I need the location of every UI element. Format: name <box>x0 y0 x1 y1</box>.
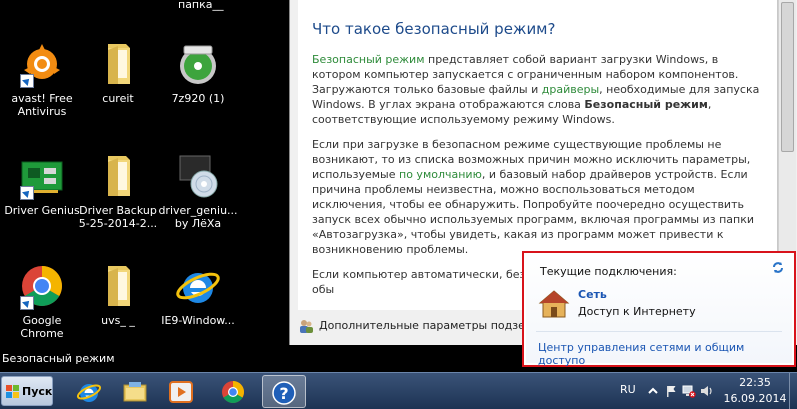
language-indicator[interactable]: RU <box>620 383 636 396</box>
home-network-icon <box>538 290 570 318</box>
start-label: Пуск <box>22 385 53 398</box>
folder-icon <box>123 382 147 402</box>
glossary-link-drivers[interactable]: драйверы <box>542 83 599 96</box>
desktop-icon-label: uvs_ _ <box>101 314 135 327</box>
taskbar-chrome[interactable] <box>212 375 256 408</box>
help-paragraph-1: Безопасный режим представляет собой вари… <box>312 52 767 127</box>
media-player-icon <box>169 381 193 403</box>
safe-mode-watermark: Безопасный режим <box>2 352 115 365</box>
shortcut-arrow-icon <box>20 296 34 310</box>
taskbar-media-player[interactable] <box>160 375 204 408</box>
help-paragraph-2: Если при загрузке в безопасном режиме су… <box>312 137 767 257</box>
scrollbar-thumb[interactable] <box>781 2 794 152</box>
taskbar-explorer[interactable] <box>114 375 158 408</box>
windows-logo-icon <box>6 385 19 398</box>
desktop-icon-chrome[interactable]: Google Chrome <box>0 262 84 340</box>
desktop-icon-label: IE9-Window... <box>161 314 235 327</box>
desktop-icon-7z920[interactable]: 7z920 (1) <box>156 40 240 105</box>
start-button[interactable]: Пуск <box>1 376 53 406</box>
desktop-icon-label: Driver Genius <box>4 204 80 217</box>
refresh-icon[interactable] <box>770 259 786 275</box>
network-center-link[interactable]: Центр управления сетями и общим доступо <box>538 341 792 367</box>
shortcut-arrow-icon <box>20 186 34 200</box>
taskbar-ie[interactable] <box>68 375 112 408</box>
network-popup: Текущие подключения: Сеть Доступ к Интер… <box>522 251 796 367</box>
disc-image-icon <box>174 152 222 200</box>
glossary-link-default[interactable]: по умолчанию <box>399 168 482 181</box>
desktop-top-label: папка__ <box>178 0 224 11</box>
circuit-board-icon <box>18 152 66 200</box>
folder-icon <box>94 262 142 310</box>
taskbar-help[interactable]: ? <box>262 375 306 408</box>
desktop-icon-ie9[interactable]: IE9-Window... <box>156 262 240 327</box>
desktop-icon-label: driver_geniu... by ЛёХа <box>158 204 238 230</box>
users-icon <box>300 320 313 333</box>
divider <box>536 331 782 332</box>
clock-date: 16.09.2014 <box>723 392 787 405</box>
desktop-icon-label: 7z920 (1) <box>171 92 225 105</box>
network-popup-body: Текущие подключения: Сеть Доступ к Интер… <box>526 255 792 367</box>
desktop-icon-driver-backup[interactable]: Driver Backup 5-25-2014-2... <box>76 152 160 230</box>
glossary-link-safe-mode[interactable]: Безопасный режим <box>312 53 425 66</box>
desktop-icon-label: avast! Free Antivirus <box>11 92 73 118</box>
internet-explorer-icon <box>174 262 222 310</box>
show-hidden-icons-icon[interactable] <box>646 384 660 398</box>
network-disconnected-icon[interactable] <box>682 384 696 398</box>
clock[interactable]: 22:35 16.09.2014 <box>720 375 790 407</box>
clock-time: 22:35 <box>739 376 771 389</box>
show-desktop-button[interactable] <box>789 373 797 409</box>
svg-text:?: ? <box>279 384 288 403</box>
folder-icon <box>94 40 142 88</box>
desktop-icon-uvs[interactable]: uvs_ _ <box>76 262 160 327</box>
disc-icon <box>174 40 222 88</box>
chrome-icon <box>18 262 66 310</box>
network-name[interactable]: Сеть <box>578 288 607 301</box>
taskbar: Пуск ? RU 22:35 16.09.2014 <box>0 372 797 409</box>
network-status: Доступ к Интернету <box>578 305 696 318</box>
desktop-icon-label: cureit <box>102 92 134 105</box>
desktop-icon-label: Driver Backup 5-25-2014-2... <box>78 204 158 230</box>
help-title: Что такое безопасный режим? <box>312 20 556 38</box>
help-icon: ? <box>272 381 296 405</box>
volume-icon[interactable] <box>700 384 714 398</box>
desktop-icon-avast[interactable]: avast! Free Antivirus <box>0 40 84 118</box>
network-popup-title: Текущие подключения: <box>540 265 677 278</box>
chrome-icon <box>222 381 244 403</box>
shortcut-arrow-icon <box>20 74 34 88</box>
help-footer-text: Дополнительные параметры подзер <box>319 319 532 332</box>
action-center-flag-icon[interactable] <box>664 384 678 398</box>
internet-explorer-icon <box>76 384 102 402</box>
folder-icon <box>94 152 142 200</box>
text-span: , и базовый набор драйверов устройств. Е… <box>312 168 755 256</box>
desktop-icon-cureit[interactable]: cureit <box>76 40 160 105</box>
text-span-bold: Безопасный режим <box>584 98 708 111</box>
desktop-icon-label: Google Chrome <box>20 314 64 340</box>
desktop-icon-driver-genius-iso[interactable]: driver_geniu... by ЛёХа <box>156 152 240 230</box>
avast-icon <box>18 40 66 88</box>
desktop-icon-driver-genius[interactable]: Driver Genius <box>0 152 84 217</box>
